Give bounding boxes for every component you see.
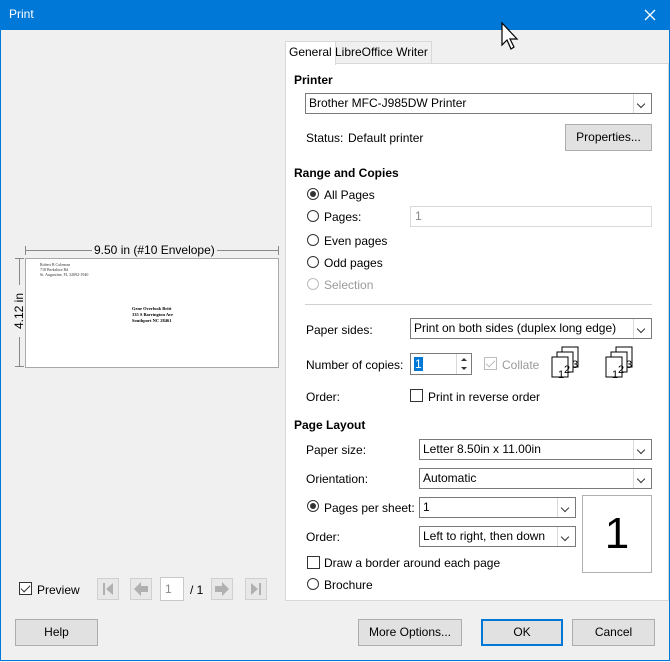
pages-per-sheet-label: Pages per sheet: <box>324 501 415 515</box>
tab-libreoffice-writer[interactable]: LibreOffice Writer <box>331 41 432 64</box>
all-pages-radio[interactable] <box>307 188 319 200</box>
status-value: Default printer <box>348 131 424 145</box>
pages-per-sheet-radio[interactable] <box>307 500 319 512</box>
arrow-right-icon <box>215 582 229 596</box>
even-pages-radio[interactable] <box>307 234 319 246</box>
status-label: Status: <box>306 131 344 145</box>
paper-sides-label: Paper sides: <box>306 323 373 337</box>
page-preview: Robert B Coleman 718 Berkshire Rd St. Au… <box>25 258 279 368</box>
chevron-down-icon <box>557 527 575 546</box>
page-order-select[interactable]: Left to right, then down <box>419 526 576 547</box>
pages-label: Pages: <box>324 210 362 224</box>
page-order-label: Order: <box>306 530 341 544</box>
pages-per-sheet-value: 1 <box>423 500 430 514</box>
paper-size-select[interactable]: Letter 8.50in x 11.00in <box>419 439 652 460</box>
even-pages-label: Even pages <box>324 234 388 248</box>
page-number-input[interactable]: 1 <box>160 577 184 601</box>
last-page-icon <box>251 583 261 595</box>
page-total-label: / 1 <box>190 583 204 597</box>
odd-pages-label: Odd pages <box>324 256 383 270</box>
printer-select[interactable]: Brother MFC-J985DW Printer <box>305 93 652 114</box>
reverse-order-checkbox[interactable] <box>410 389 423 402</box>
section-divider <box>305 304 652 305</box>
svg-text:2: 2 <box>618 364 624 376</box>
orientation-value: Automatic <box>423 471 477 485</box>
return-address-line: St. Augustine, FL 32092-1940 <box>40 272 89 277</box>
orientation-select[interactable]: Automatic <box>419 468 652 489</box>
ok-button[interactable]: OK <box>481 619 563 646</box>
window-title: Print <box>9 7 34 21</box>
arrow-left-icon <box>134 582 148 596</box>
collate-pages-icon: 3 2 1 <box>551 346 579 381</box>
page-order-value: Left to right, then down <box>423 529 546 543</box>
properties-button[interactable]: Properties... <box>565 124 652 151</box>
order-label: Order: <box>306 390 341 404</box>
preview-width-label: 9.50 in (#10 Envelope) <box>92 243 217 257</box>
preview-height-label: 4.12 in <box>12 285 26 337</box>
spin-arrows-icon <box>461 358 467 370</box>
cancel-button[interactable]: Cancel <box>572 619 655 646</box>
svg-text:2: 2 <box>564 364 570 376</box>
recipient-address: Gene Overlook Britt 335 S Barrington Ave… <box>132 306 173 324</box>
preview-checkbox[interactable] <box>19 582 32 595</box>
printer-section-title: Printer <box>294 73 333 87</box>
paper-sides-value: Print on both sides (duplex long edge) <box>414 321 617 335</box>
title-bar: Print <box>0 0 670 30</box>
collate-pages-icon: 3 2 1 <box>605 346 633 381</box>
page-layout-section-title: Page Layout <box>294 418 366 432</box>
draw-border-label: Draw a border around each page <box>324 556 501 570</box>
svg-text:1: 1 <box>612 369 618 381</box>
pages-per-sheet-preview: 1 <box>582 495 652 573</box>
svg-text:1: 1 <box>558 369 564 381</box>
pages-per-sheet-select[interactable]: 1 <box>419 497 576 518</box>
next-page-button[interactable] <box>211 578 233 600</box>
return-address: Robert B Coleman 718 Berkshire Rd St. Au… <box>40 262 88 277</box>
more-options-button[interactable]: More Options... <box>358 619 462 646</box>
collate-label: Collate <box>502 358 540 372</box>
orientation-label: Orientation: <box>306 472 369 486</box>
svg-text:3: 3 <box>572 359 578 371</box>
copies-value: 1 <box>414 357 423 371</box>
copies-spinbox[interactable]: 1 <box>410 353 472 375</box>
odd-pages-radio[interactable] <box>307 256 319 268</box>
brochure-label: Brochure <box>324 578 373 592</box>
paper-sides-select[interactable]: Print on both sides (duplex long edge) <box>410 318 652 339</box>
preview-height-dimension: 4.12 in <box>11 258 26 367</box>
reverse-order-label: Print in reverse order <box>428 390 541 404</box>
selection-radio[interactable] <box>307 278 319 290</box>
previous-page-button[interactable] <box>130 578 152 600</box>
first-page-button[interactable] <box>97 578 119 600</box>
chevron-down-icon <box>633 440 651 459</box>
pages-radio[interactable] <box>307 210 319 222</box>
copies-label: Number of copies: <box>306 358 404 372</box>
printer-select-value: Brother MFC-J985DW Printer <box>309 96 467 110</box>
chevron-down-icon <box>633 469 651 488</box>
paper-size-value: Letter 8.50in x 11.00in <box>423 442 541 456</box>
collate-checkbox[interactable] <box>484 357 497 370</box>
first-page-icon <box>103 583 113 595</box>
draw-border-checkbox[interactable] <box>307 556 320 569</box>
chevron-down-icon <box>557 498 575 517</box>
copies-spin-buttons[interactable] <box>456 354 471 374</box>
preview-checkbox-label: Preview <box>37 583 80 597</box>
last-page-button[interactable] <box>245 578 267 600</box>
recipient-address-line: Southport NC 28461 <box>132 318 172 323</box>
selection-label: Selection <box>324 278 374 292</box>
range-section-title: Range and Copies <box>294 166 399 180</box>
svg-text:3: 3 <box>626 359 632 371</box>
all-pages-label: All Pages <box>324 188 375 202</box>
chevron-down-icon <box>633 319 651 338</box>
chevron-down-icon <box>633 94 651 113</box>
paper-size-label: Paper size: <box>306 443 367 457</box>
mouse-cursor-icon <box>501 21 519 50</box>
pages-input[interactable]: 1 <box>410 206 652 227</box>
brochure-radio[interactable] <box>307 578 319 590</box>
tab-general[interactable]: General <box>285 41 336 65</box>
close-icon[interactable] <box>638 3 662 27</box>
help-button[interactable]: Help <box>15 619 98 646</box>
